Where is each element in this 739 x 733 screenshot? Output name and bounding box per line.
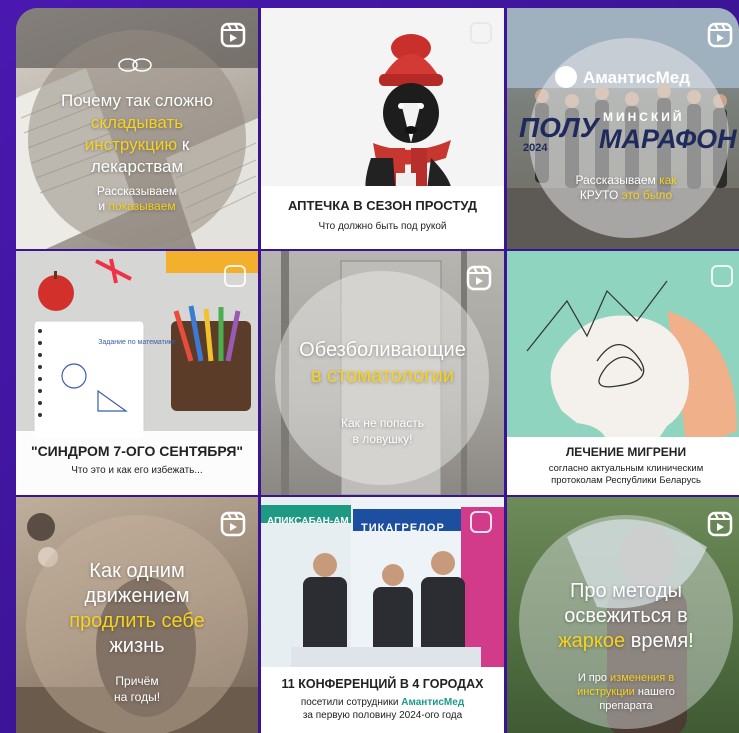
post-tile-instructions[interactable]: Почему так сложно складывать инструкцию … (16, 8, 258, 249)
post-title-line4: жизнь (109, 635, 165, 657)
posts-grid: Почему так сложно складывать инструкцию … (16, 8, 739, 733)
sub-line2a: КРУТО (579, 188, 619, 202)
post-title-line1: Обезболивающие (299, 339, 466, 361)
caption-box: "СИНДРОМ 7-ОГО СЕНТЯБРЯ" Что это и как е… (16, 431, 258, 495)
carousel-icon (470, 22, 492, 44)
post-tile-september[interactable]: Задание по математике "СИНДРОМ 7-ОГО СЕН… (16, 251, 258, 495)
sub-line1b: как (659, 173, 677, 187)
post-title-line2: складывать (90, 113, 184, 132)
reel-icon (220, 511, 246, 537)
reel-icon (707, 22, 733, 48)
post-sub-line2: протоколам Республики Беларусь (551, 475, 701, 486)
sub-line2b: это было (621, 188, 673, 202)
brand-logo-icon (555, 66, 577, 88)
post-title: 11 КОНФЕРЕНЦИЙ В 4 ГОРОДАХ (281, 677, 484, 691)
post-sub-line2: за первую половину 2024-ого года (302, 710, 463, 721)
post-sub-line2b: показываем (108, 199, 176, 213)
post-title-line3b: время! (630, 630, 694, 652)
post-sub-line1a: И про (577, 672, 607, 684)
post-title-line3b: к (181, 135, 190, 154)
post-tile-first-aid[interactable]: АПТЕЧКА В СЕЗОН ПРОСТУД Что должно быть … (261, 8, 504, 249)
post-subtitle: Что это и как его избежать... (71, 465, 203, 476)
caption-box: ЛЕЧЕНИЕ МИГРЕНИ согласно актуальным клин… (507, 437, 739, 495)
post-sub-line1: согласно актуальным клиническим (548, 463, 704, 474)
post-sub-line3: препарата (599, 700, 653, 712)
post-sub-line1b: изменения в (610, 672, 675, 684)
paperclip-icon (118, 58, 152, 72)
post-title-line1: Почему так сложно (60, 91, 213, 110)
post-title: АПТЕЧКА В СЕЗОН ПРОСТУД (287, 198, 478, 213)
sub-line1a: Рассказываем (575, 173, 656, 187)
post-tile-marathon[interactable]: АмантисМед ПОЛУ МИНСКИЙ МАРАФОН 2024 Рас… (507, 8, 739, 249)
banner-right: ТИКАГРЕЛОР (361, 522, 445, 534)
reel-icon (707, 511, 733, 537)
post-tile-dentistry[interactable]: Обезболивающие в стоматологии Как не поп… (261, 251, 504, 495)
carousel-icon (224, 265, 246, 287)
post-sub-line1: Как не попасть (341, 416, 424, 430)
post-title-line2: в стоматологии (311, 365, 454, 387)
post-sub-line2b: нашего (637, 686, 675, 698)
post-tile-migraine[interactable]: ЛЕЧЕНИЕ МИГРЕНИ согласно актуальным клин… (507, 251, 739, 495)
carousel-icon (470, 511, 492, 533)
post-sub-line1: Причём (115, 674, 159, 688)
post-sub-line1: Рассказываем (96, 184, 178, 198)
reel-icon (220, 22, 246, 48)
post-tile-refresh[interactable]: Про методы освежиться в жаркое время! И … (507, 497, 739, 733)
banner-left: АПИКСАБАН-АМ (267, 516, 349, 527)
post-title-line1: Про методы (569, 580, 683, 602)
post-title: "СИНДРОМ 7-ОГО СЕНТЯБРЯ" (30, 443, 244, 459)
post-title-line2: движением (84, 585, 190, 607)
post-title-line4: лекарствам (90, 157, 184, 176)
reel-icon (466, 265, 492, 291)
post-sub-line2a: и (98, 199, 106, 213)
post-sub-line2: на годы! (113, 690, 161, 704)
caption-box: АПТЕЧКА В СЕЗОН ПРОСТУД Что должно быть … (261, 186, 504, 249)
post-title-line3a: жаркое (558, 630, 626, 652)
brand-name: АмантисМед (583, 68, 690, 87)
post-tile-longevity[interactable]: Как одним движением продлить себе жизнь … (16, 497, 258, 733)
post-title-line1: Как одним (89, 560, 185, 582)
post-sub-line2: в ловушку! (352, 432, 413, 446)
event-logo: ПОЛУ МИНСКИЙ МАРАФОН 2024 (519, 110, 737, 154)
post-sub-line1a: посетили сотрудники (300, 697, 399, 708)
post-title-line3a: инструкцию (84, 135, 178, 154)
post-sub-brand: АмантисМед (401, 697, 465, 708)
carousel-icon (711, 265, 733, 287)
post-title: ЛЕЧЕНИЕ МИГРЕНИ (565, 445, 687, 459)
post-title-line2: освежиться в (564, 605, 688, 627)
notebook-heading: Задание по математике (98, 339, 176, 346)
post-subtitle: Что должно быть под рукой (318, 221, 447, 232)
post-title-line3: продлить себе (69, 610, 205, 632)
post-tile-conferences[interactable]: АПИКСАБАН-АМ ТИКАГРЕЛОР 11 КОНФЕРЕНЦИЙ В… (261, 497, 504, 733)
caption-box: 11 КОНФЕРЕНЦИЙ В 4 ГОРОДАХ посетили сотр… (261, 667, 504, 733)
post-sub-line2a: инструкции (577, 686, 635, 698)
